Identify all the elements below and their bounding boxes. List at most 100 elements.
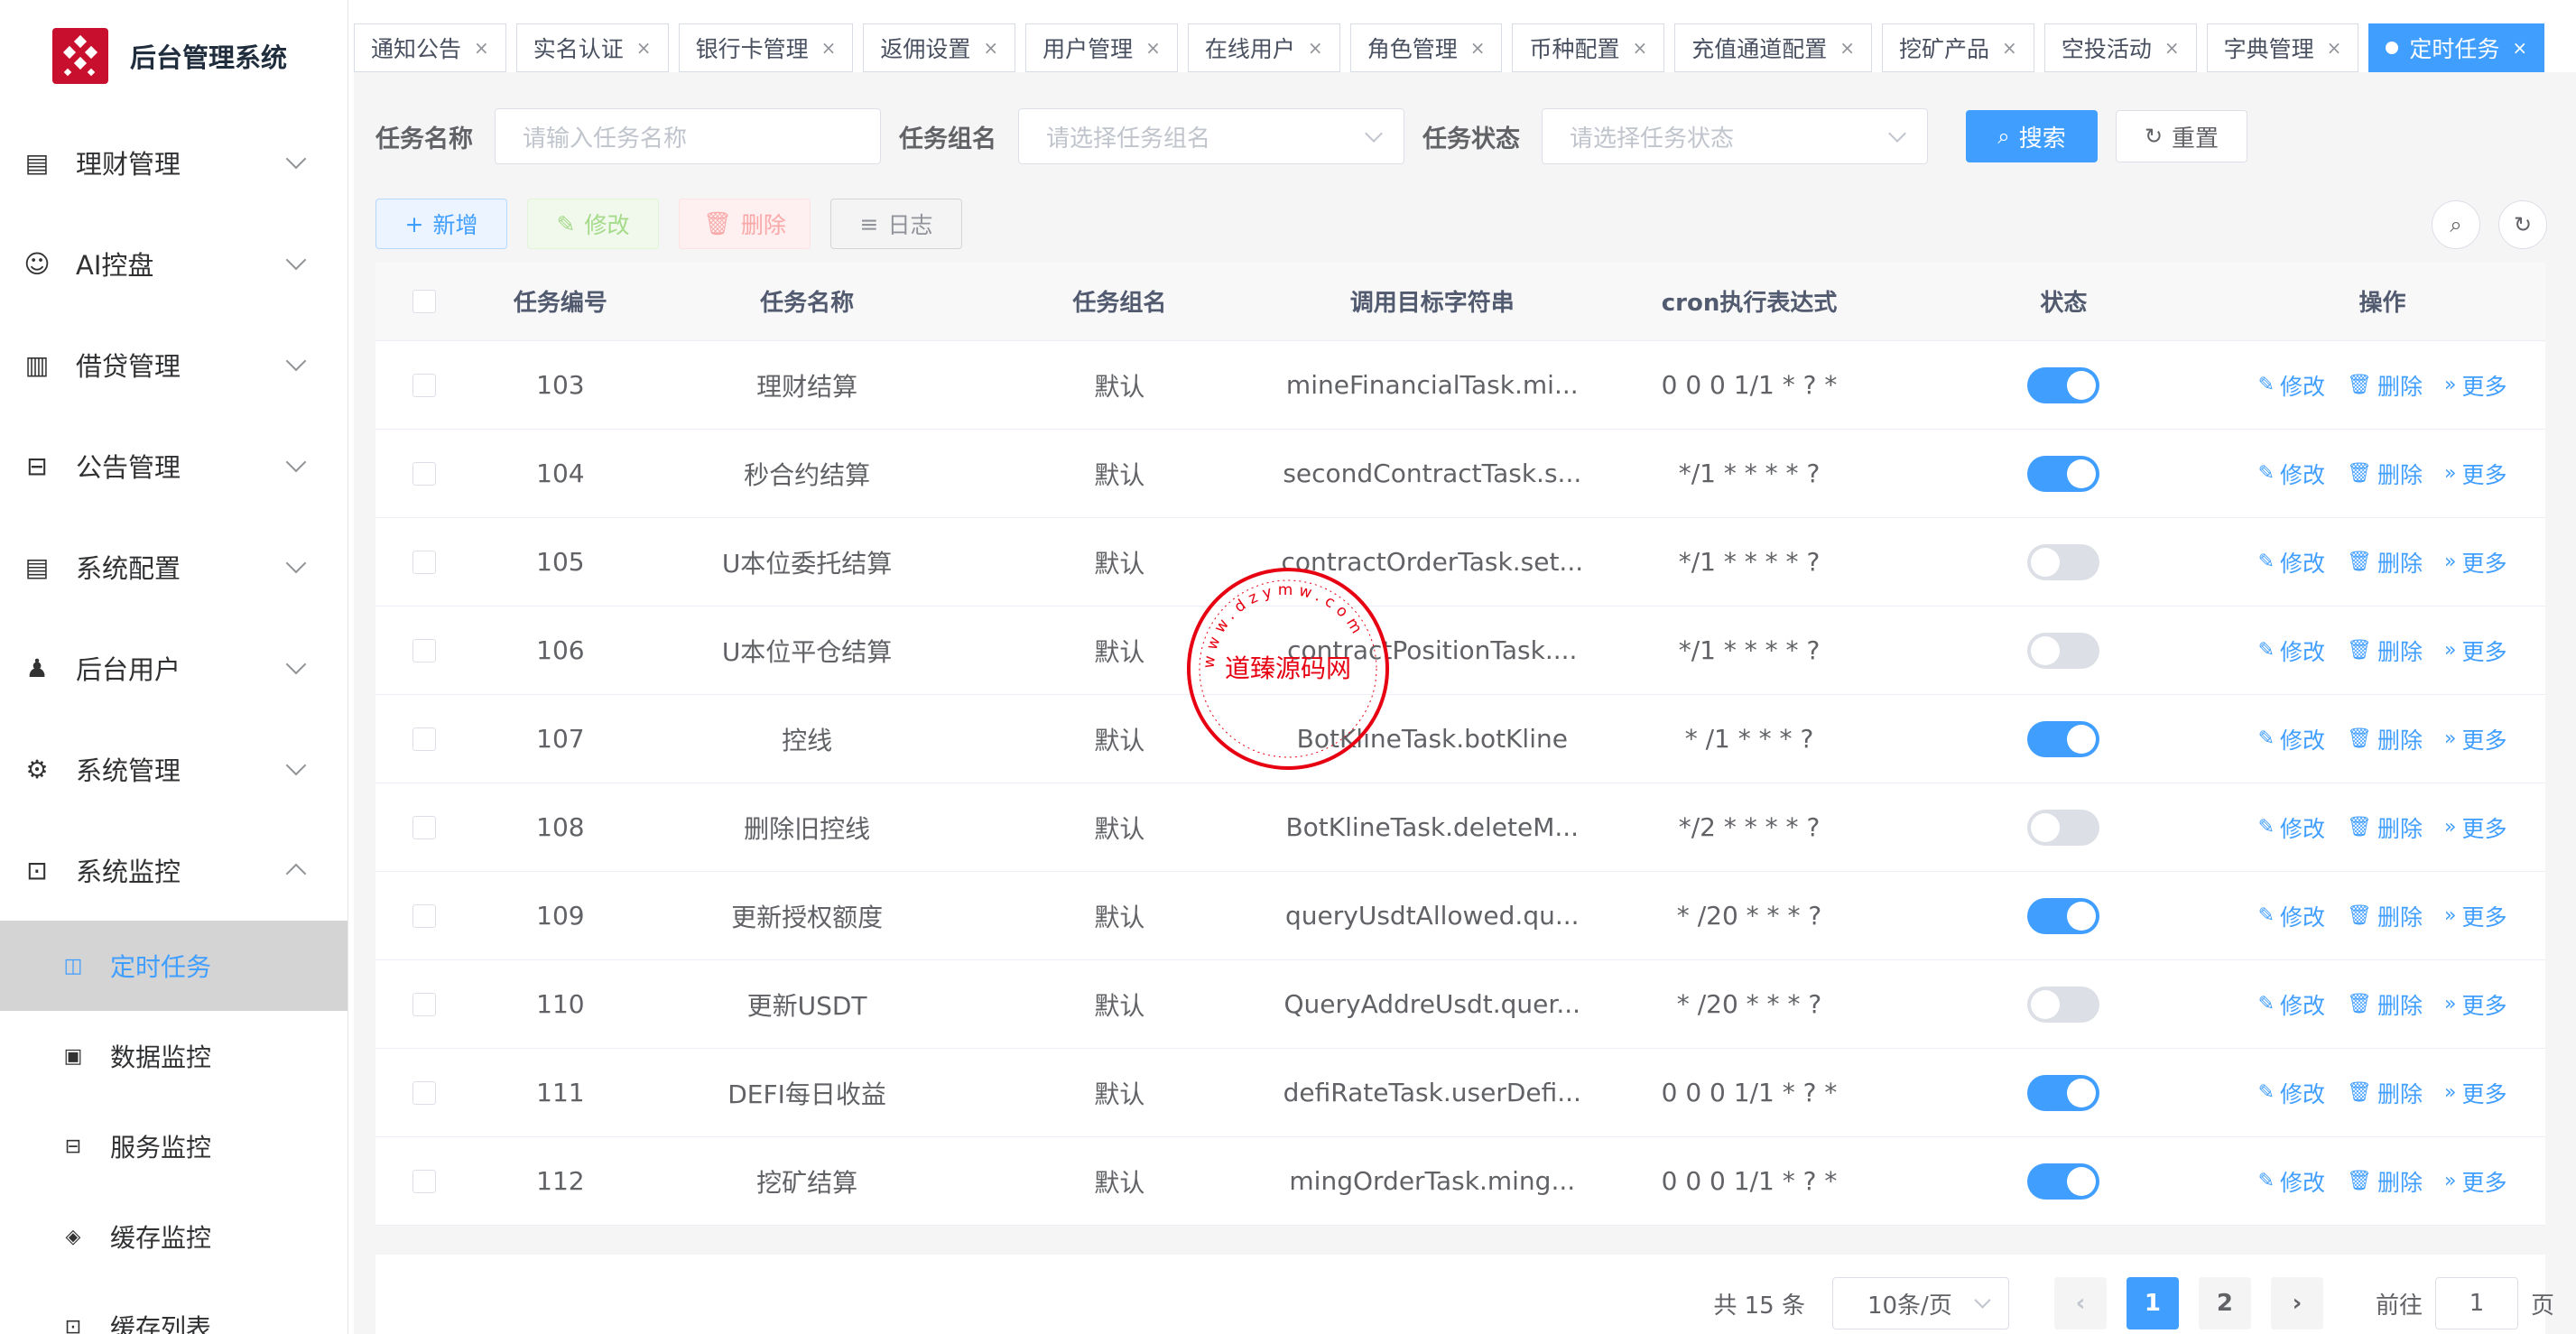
sidebar-subitem[interactable]: ◫ 定时任务 xyxy=(0,921,347,1011)
row-checkbox[interactable] xyxy=(412,903,436,928)
sidebar-item[interactable]: ⚙ 系统管理 xyxy=(0,718,347,820)
reset-button[interactable]: ↻ 重置 xyxy=(2116,110,2247,162)
refresh-table-button[interactable]: ↻ xyxy=(2498,200,2547,249)
close-icon[interactable]: × xyxy=(1145,37,1161,59)
search-button[interactable]: ⌕ 搜索 xyxy=(1966,110,2098,162)
close-icon[interactable]: × xyxy=(2002,37,2017,59)
row-more-button[interactable]: » 更多 xyxy=(2444,811,2507,844)
row-delete-button[interactable]: 🗑 删除 xyxy=(2347,723,2423,755)
row-edit-button[interactable]: ✎ 修改 xyxy=(2258,900,2325,932)
row-delete-button[interactable]: 🗑 删除 xyxy=(2347,900,2423,932)
row-more-button[interactable]: » 更多 xyxy=(2444,1077,2507,1109)
row-delete-button[interactable]: 🗑 删除 xyxy=(2347,811,2423,844)
tag-item[interactable]: 字典管理 × xyxy=(2206,23,2359,72)
row-edit-button[interactable]: ✎ 修改 xyxy=(2258,988,2325,1021)
row-more-button[interactable]: » 更多 xyxy=(2444,1165,2507,1198)
edit-button[interactable]: ✎ 修改 xyxy=(527,199,659,249)
log-button[interactable]: ≡ 日志 xyxy=(830,199,962,249)
status-switch[interactable] xyxy=(2027,720,2100,757)
tag-item[interactable]: 返佣设置 × xyxy=(863,23,1016,72)
sidebar-item[interactable]: ▤ 系统配置 xyxy=(0,516,347,617)
sidebar-item[interactable]: ⊟ 公告管理 xyxy=(0,415,347,516)
status-switch[interactable] xyxy=(2027,366,2100,403)
row-delete-button[interactable]: 🗑 删除 xyxy=(2347,458,2423,490)
status-switch[interactable] xyxy=(2027,543,2100,580)
close-icon[interactable]: × xyxy=(1308,37,1323,59)
sidebar-item[interactable]: ▤ 理财管理 xyxy=(0,112,347,213)
row-more-button[interactable]: » 更多 xyxy=(2444,635,2507,667)
row-checkbox[interactable] xyxy=(412,638,436,662)
row-delete-button[interactable]: 🗑 删除 xyxy=(2347,546,2423,579)
row-edit-button[interactable]: ✎ 修改 xyxy=(2258,811,2325,844)
tag-item[interactable]: 用户管理 × xyxy=(1025,23,1178,72)
row-checkbox[interactable] xyxy=(412,1080,436,1105)
goto-input[interactable]: 1 xyxy=(2434,1277,2518,1329)
row-checkbox[interactable] xyxy=(412,550,436,574)
close-icon[interactable]: × xyxy=(1470,37,1486,59)
row-edit-button[interactable]: ✎ 修改 xyxy=(2258,635,2325,667)
add-button[interactable]: + 新增 xyxy=(375,199,507,249)
page-button[interactable]: 2 xyxy=(2198,1277,2251,1329)
tag-item[interactable]: 在线用户 × xyxy=(1187,23,1340,72)
page-size-select[interactable]: 10条/页 xyxy=(1831,1277,2009,1329)
select-all-checkbox[interactable] xyxy=(412,289,436,313)
row-more-button[interactable]: » 更多 xyxy=(2444,458,2507,490)
sidebar-subitem[interactable]: ▣ 数据监控 xyxy=(0,1011,347,1101)
sidebar-subitem[interactable]: ◈ 缓存监控 xyxy=(0,1191,347,1282)
close-icon[interactable]: × xyxy=(1632,37,1647,59)
row-checkbox[interactable] xyxy=(412,815,436,839)
row-edit-button[interactable]: ✎ 修改 xyxy=(2258,723,2325,755)
row-more-button[interactable]: » 更多 xyxy=(2444,900,2507,932)
close-icon[interactable]: × xyxy=(636,37,652,59)
job-status-select[interactable]: 请选择任务状态 xyxy=(1542,108,1928,164)
row-checkbox[interactable] xyxy=(412,1169,436,1193)
row-delete-button[interactable]: 🗑 删除 xyxy=(2347,988,2423,1021)
row-checkbox[interactable] xyxy=(412,461,436,486)
job-name-input[interactable]: 请输入任务名称 xyxy=(495,108,881,164)
row-edit-button[interactable]: ✎ 修改 xyxy=(2258,546,2325,579)
row-edit-button[interactable]: ✎ 修改 xyxy=(2258,1077,2325,1109)
job-group-select[interactable]: 请选择任务组名 xyxy=(1018,108,1404,164)
row-more-button[interactable]: » 更多 xyxy=(2444,723,2507,755)
delete-button[interactable]: 🗑 删除 xyxy=(679,199,811,249)
row-checkbox[interactable] xyxy=(412,992,436,1016)
row-edit-button[interactable]: ✎ 修改 xyxy=(2258,458,2325,490)
sidebar-item[interactable]: ▥ 借贷管理 xyxy=(0,314,347,415)
close-icon[interactable]: × xyxy=(2164,37,2180,59)
status-switch[interactable] xyxy=(2027,809,2100,846)
tag-item[interactable]: 实名认证 × xyxy=(515,23,669,72)
tag-item[interactable]: 充值通道配置 × xyxy=(1674,23,1873,72)
toggle-search-button[interactable]: ⌕ xyxy=(2432,200,2480,249)
row-edit-button[interactable]: ✎ 修改 xyxy=(2258,369,2325,402)
row-checkbox[interactable] xyxy=(412,373,436,397)
row-delete-button[interactable]: 🗑 删除 xyxy=(2347,635,2423,667)
close-icon[interactable]: × xyxy=(821,37,837,59)
next-page-button[interactable]: › xyxy=(2270,1277,2323,1329)
close-icon[interactable]: × xyxy=(474,37,489,59)
row-edit-button[interactable]: ✎ 修改 xyxy=(2258,1165,2325,1198)
status-switch[interactable] xyxy=(2027,632,2100,669)
page-button[interactable]: 1 xyxy=(2126,1277,2179,1329)
close-icon[interactable]: × xyxy=(983,37,998,59)
tag-item[interactable]: 通知公告 × xyxy=(354,23,506,72)
prev-page-button[interactable]: ‹ xyxy=(2053,1277,2107,1329)
sidebar-subitem[interactable]: ⊟ 服务监控 xyxy=(0,1101,347,1191)
row-delete-button[interactable]: 🗑 删除 xyxy=(2347,369,2423,402)
sidebar-subitem[interactable]: ⊡ 缓存列表 xyxy=(0,1282,347,1334)
status-switch[interactable] xyxy=(2027,455,2100,492)
tag-item[interactable]: 币种配置 × xyxy=(1512,23,1665,72)
row-delete-button[interactable]: 🗑 删除 xyxy=(2347,1165,2423,1198)
sidebar-item[interactable]: ☺ AI控盘 xyxy=(0,213,347,314)
close-icon[interactable]: × xyxy=(2512,37,2527,59)
tag-item[interactable]: 角色管理 × xyxy=(1349,23,1503,72)
row-more-button[interactable]: » 更多 xyxy=(2444,369,2507,402)
close-icon[interactable]: × xyxy=(1839,37,1855,59)
status-switch[interactable] xyxy=(2027,986,2100,1023)
row-more-button[interactable]: » 更多 xyxy=(2444,546,2507,579)
row-more-button[interactable]: » 更多 xyxy=(2444,988,2507,1021)
tag-item[interactable]: 挖矿产品 × xyxy=(1882,23,2034,72)
row-checkbox[interactable] xyxy=(412,727,436,751)
tag-item[interactable]: 定时任务 × xyxy=(2368,23,2545,72)
sidebar-item[interactable]: ♟ 后台用户 xyxy=(0,617,347,718)
close-icon[interactable]: × xyxy=(2327,37,2342,59)
